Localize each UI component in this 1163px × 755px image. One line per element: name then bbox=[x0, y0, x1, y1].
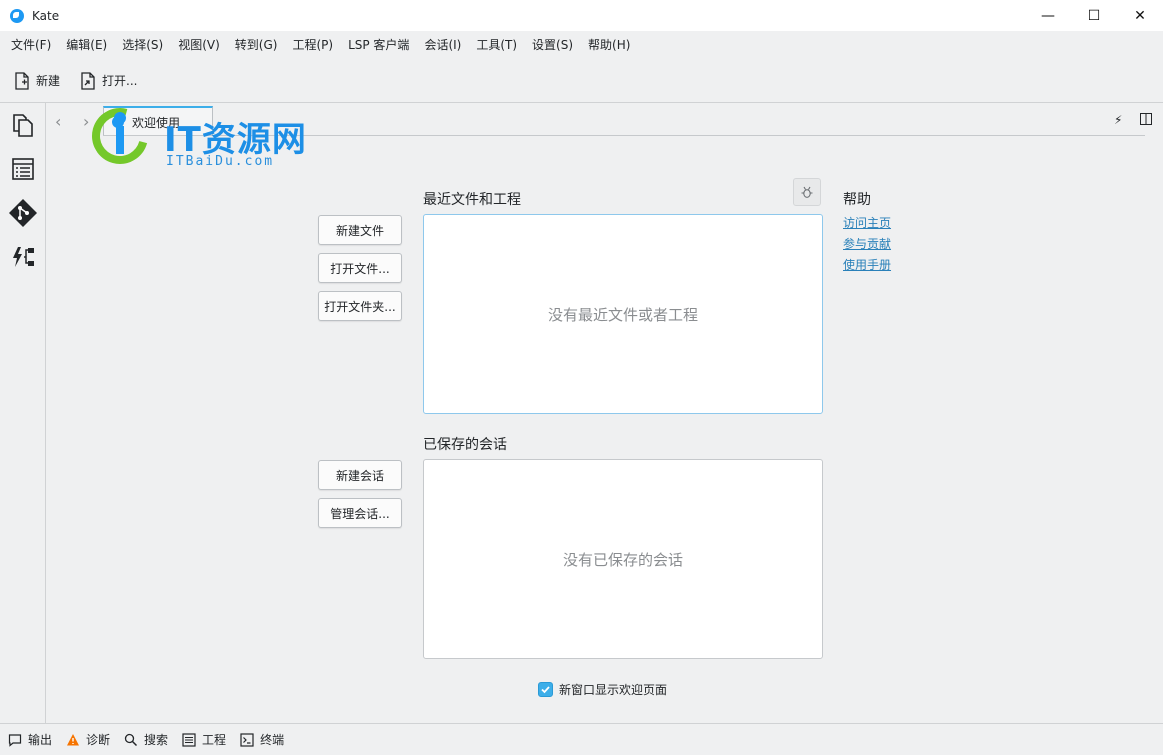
output-panel-button[interactable]: 输出 bbox=[8, 731, 52, 748]
menu-select[interactable]: 选择(S) bbox=[116, 31, 169, 59]
terminal-panel-button[interactable]: 终端 bbox=[240, 731, 284, 748]
menu-view[interactable]: 视图(V) bbox=[172, 31, 226, 59]
menu-tools[interactable]: 工具(T) bbox=[470, 31, 523, 59]
back-arrow-icon[interactable]: ‹ bbox=[55, 112, 61, 131]
new-document-label: 新建 bbox=[36, 74, 61, 88]
sessions-empty-text: 没有已保存的会话 bbox=[562, 550, 683, 569]
split-view-icon[interactable] bbox=[1140, 113, 1152, 128]
help-title: 帮助 bbox=[843, 192, 871, 208]
git-panel-button[interactable] bbox=[0, 191, 46, 235]
project-list-icon bbox=[182, 732, 196, 747]
close-button[interactable]: ✕ bbox=[1117, 0, 1163, 31]
open-document-button[interactable]: 打开... bbox=[80, 71, 138, 90]
kate-app-icon bbox=[10, 8, 24, 23]
sessions-section-title: 已保存的会话 bbox=[423, 437, 507, 453]
maximize-button[interactable]: ☐ bbox=[1071, 0, 1117, 31]
terminal-icon bbox=[240, 732, 254, 747]
project-panel-button[interactable] bbox=[0, 235, 46, 279]
forward-arrow-icon[interactable]: › bbox=[83, 112, 89, 131]
window-controls: — ☐ ✕ bbox=[1025, 0, 1163, 31]
new-session-button[interactable]: 新建会话 bbox=[318, 460, 402, 490]
project-panel-tab[interactable]: 工程 bbox=[182, 731, 226, 748]
saved-sessions-list[interactable]: 没有已保存的会话 bbox=[423, 459, 823, 659]
left-sidebar bbox=[0, 103, 46, 723]
bug-icon bbox=[801, 186, 813, 198]
help-link-handbook[interactable]: 使用手册 bbox=[843, 256, 891, 273]
show-welcome-label: 新窗口显示欢迎页面 bbox=[559, 683, 668, 697]
diagnostics-panel-button[interactable]: 诊断 bbox=[66, 731, 110, 748]
output-icon bbox=[8, 733, 22, 747]
warning-icon bbox=[67, 733, 80, 745]
menu-project[interactable]: 工程(P) bbox=[286, 31, 339, 59]
list-icon bbox=[12, 158, 34, 180]
open-document-label: 打开... bbox=[102, 74, 138, 88]
quick-open-icon[interactable]: ⚡ bbox=[1114, 113, 1122, 127]
show-welcome-checkbox[interactable] bbox=[538, 682, 553, 697]
menu-file[interactable]: 文件(F) bbox=[5, 31, 57, 59]
search-icon bbox=[124, 733, 138, 746]
open-file-button[interactable]: 打开文件... bbox=[318, 253, 402, 283]
bottom-toolview-bar: 输出 诊断 搜索 工程 终端 bbox=[0, 723, 1163, 755]
diagnostics-label: 诊断 bbox=[86, 733, 111, 747]
recent-empty-text: 没有最近文件或者工程 bbox=[547, 305, 698, 324]
menu-go[interactable]: 转到(G) bbox=[229, 31, 284, 59]
menu-bar: 文件(F) 编辑(E) 选择(S) 视图(V) 转到(G) 工程(P) LSP … bbox=[0, 31, 1163, 59]
window-title: Kate bbox=[32, 8, 60, 23]
recent-files-list[interactable]: 没有最近文件或者工程 bbox=[423, 214, 823, 414]
welcome-page: 最近文件和工程 新建文件 打开文件... 打开文件夹... 没有最近文件或者工程… bbox=[47, 137, 1163, 723]
minimize-button[interactable]: — bbox=[1025, 0, 1071, 31]
menu-settings[interactable]: 设置(S) bbox=[526, 31, 579, 59]
symbols-panel-button[interactable] bbox=[0, 147, 46, 191]
recent-section-title: 最近文件和工程 bbox=[423, 192, 521, 208]
new-document-button[interactable]: 新建 bbox=[14, 71, 61, 90]
search-label: 搜索 bbox=[144, 733, 169, 747]
git-icon bbox=[9, 199, 37, 227]
report-bug-button[interactable] bbox=[793, 178, 821, 206]
menu-sessions[interactable]: 会话(I) bbox=[418, 31, 467, 59]
project-label: 工程 bbox=[202, 733, 227, 747]
title-bar: Kate — ☐ ✕ bbox=[0, 0, 1163, 31]
documents-icon bbox=[13, 114, 33, 137]
manage-sessions-button[interactable]: 管理会话... bbox=[318, 498, 402, 528]
project-tree-icon bbox=[13, 247, 34, 267]
open-document-icon bbox=[81, 71, 95, 90]
open-folder-button[interactable]: 打开文件夹... bbox=[318, 291, 402, 321]
documents-panel-button[interactable] bbox=[0, 103, 46, 147]
search-panel-button[interactable]: 搜索 bbox=[124, 731, 168, 748]
menu-lsp-client[interactable]: LSP 客户端 bbox=[342, 31, 415, 59]
output-label: 输出 bbox=[28, 733, 53, 747]
terminal-label: 终端 bbox=[260, 733, 285, 747]
new-document-icon bbox=[15, 71, 29, 90]
watermark-dot bbox=[114, 112, 126, 124]
help-link-homepage[interactable]: 访问主页 bbox=[843, 214, 891, 231]
show-welcome-option[interactable]: 新窗口显示欢迎页面 bbox=[538, 681, 667, 698]
main-toolbar: 新建 打开... bbox=[0, 59, 1163, 103]
help-link-contribute[interactable]: 参与贡献 bbox=[843, 235, 891, 252]
menu-help[interactable]: 帮助(H) bbox=[582, 31, 636, 59]
new-file-button[interactable]: 新建文件 bbox=[318, 215, 402, 245]
menu-edit[interactable]: 编辑(E) bbox=[60, 31, 113, 59]
check-icon bbox=[541, 686, 550, 694]
